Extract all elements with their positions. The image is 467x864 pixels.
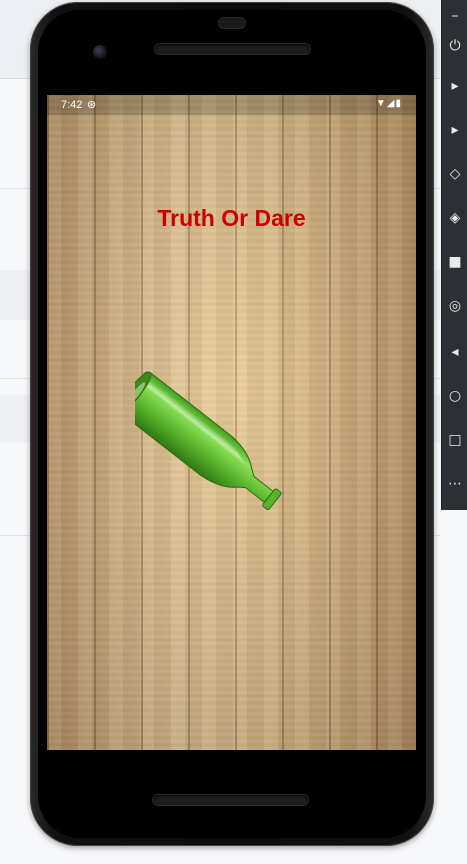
more-icon[interactable]: ⋯ — [445, 474, 465, 494]
bottom-speaker — [153, 795, 308, 805]
rotate-right-icon[interactable]: ◈ — [445, 208, 465, 228]
screenshot-icon[interactable]: ■ — [445, 252, 465, 272]
back-icon[interactable]: ◂ — [445, 342, 465, 362]
minimize-icon[interactable]: – — [445, 6, 465, 26]
data-saver-icon: ⊛ — [87, 99, 97, 111]
bottle-icon[interactable] — [135, 350, 325, 530]
wifi-icon: ▼ — [375, 98, 387, 109]
zoom-icon[interactable]: ◎ — [445, 296, 465, 316]
app-screen: 7:42 ⊛ ▼◢▮ Truth Or Dare — [47, 95, 416, 750]
battery-icon: ▮ — [395, 98, 402, 109]
rotate-left-icon[interactable]: ◇ — [445, 164, 465, 184]
status-icons: ▼◢▮ — [376, 98, 402, 109]
status-time: 7:42 — [61, 99, 83, 111]
earpiece-speaker — [155, 44, 310, 54]
home-icon[interactable]: ○ — [445, 386, 465, 406]
sensor-slot — [219, 18, 245, 28]
volume-down-icon[interactable]: ▸ — [445, 120, 465, 140]
overview-icon[interactable]: □ — [445, 430, 465, 450]
status-bar: 7:42 ⊛ ▼◢▮ — [47, 95, 416, 115]
volume-up-icon[interactable]: ▸ — [445, 76, 465, 96]
power-icon[interactable]: ⏻ — [445, 36, 465, 56]
front-camera-icon — [93, 45, 107, 59]
emulator-toolbar: – ⏻ ▸ ▸ ◇ ◈ ■ ◎ ◂ ○ □ ⋯ — [441, 0, 467, 510]
page-title: Truth Or Dare — [157, 205, 306, 231]
